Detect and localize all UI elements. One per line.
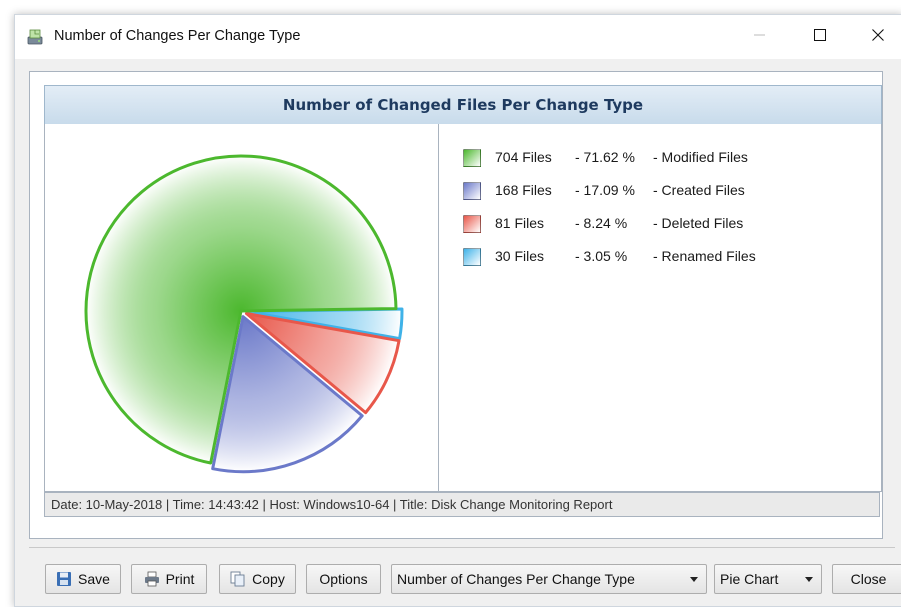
save-label: Save [78,571,110,587]
legend-files: 168 Files [495,182,552,198]
legend-swatch [463,149,481,167]
close-button[interactable]: Close [832,564,901,594]
legend-swatch [463,215,481,233]
chart-select-value: Number of Changes Per Change Type [397,571,635,587]
close-label: Close [850,571,887,587]
maximize-button[interactable] [797,15,843,59]
chart-type-dropdown[interactable]: Pie Chart [714,564,822,594]
report-window: Number of Changes Per Change Type Number… [14,14,901,607]
legend-swatch [463,248,481,266]
copy-label: Copy [252,571,285,587]
copy-icon [230,571,246,587]
legend-percent: - 3.05 % [575,248,628,264]
legend-percent: - 71.62 % [575,149,635,165]
pie-container [45,124,439,491]
chart-area: 704 Files - 71.62 % - Modified Files 168 Fi… [44,124,882,492]
maximize-icon [814,29,826,45]
pie-chart [84,154,404,474]
legend-label: - Renamed Files [653,248,756,264]
legend-percent: - 17.09 % [575,182,635,198]
close-window-button[interactable] [855,15,901,59]
minimize-button[interactable] [737,15,783,59]
chart-title: Number of Changed Files Per Change Type [44,85,882,125]
disk-monitor-icon [26,28,44,46]
legend-label: - Deleted Files [653,215,744,231]
divider [29,547,895,548]
chevron-down-icon [690,577,698,582]
legend-label: - Created Files [653,182,745,198]
report-status-bar: Date: 10-May-2018 | Time: 14:43:42 | Hos… [44,492,880,517]
legend-files: 30 Files [495,248,545,264]
copy-button[interactable]: Copy [219,564,296,594]
save-button[interactable]: Save [45,564,121,594]
legend-files: 81 Files [495,215,545,231]
window-title: Number of Changes Per Change Type [54,28,301,44]
options-button[interactable]: Options [306,564,381,594]
legend-label: - Modified Files [653,149,748,165]
options-label: Options [319,571,368,587]
title-bar[interactable]: Number of Changes Per Change Type [15,15,901,59]
save-icon [56,571,72,587]
legend-swatch [463,182,481,200]
chevron-down-icon [805,577,813,582]
chart-select-dropdown[interactable]: Number of Changes Per Change Type [391,564,707,594]
print-label: Print [165,571,195,587]
chart-type-value: Pie Chart [720,571,779,587]
print-button[interactable]: Print [131,564,207,594]
close-icon [872,29,884,45]
chart-panel: Number of Changed Files Per Change Type … [29,71,883,539]
legend-files: 704 Files [495,149,552,165]
legend-percent: - 8.24 % [575,215,628,231]
minimize-icon [754,29,766,45]
print-icon [144,571,160,587]
